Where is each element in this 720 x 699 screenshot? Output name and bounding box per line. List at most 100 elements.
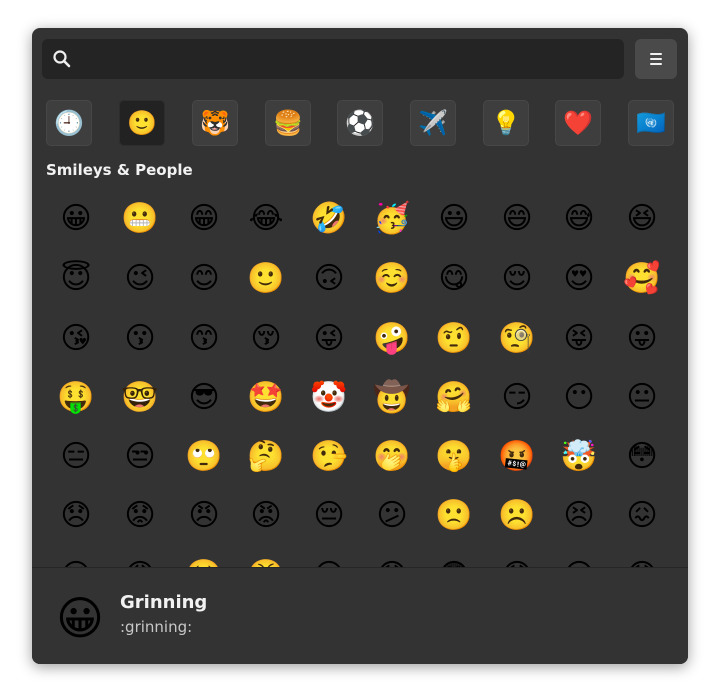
tab-symbols[interactable]: ❤️ (555, 100, 601, 146)
menu-button[interactable] (635, 39, 677, 79)
emoji-button[interactable]: 😰 (491, 550, 543, 568)
emoji-button[interactable]: 😨 (428, 550, 480, 568)
emoji-button[interactable]: 🙃 (303, 253, 355, 305)
emoji-button[interactable]: 🥳 (366, 193, 418, 245)
emoji-button[interactable]: 🤭 (366, 431, 418, 483)
emoji-button[interactable]: 😆 (616, 193, 668, 245)
emoji-button[interactable]: 😎 (178, 372, 230, 424)
preview-name: Grinning (120, 592, 208, 613)
emoji-button[interactable]: 😡 (240, 490, 292, 542)
food-drink-icon: 🍔 (273, 109, 303, 137)
symbols-icon: ❤️ (563, 109, 593, 137)
emoji-button[interactable]: 😕 (366, 490, 418, 542)
emoji-button[interactable]: 😃 (428, 193, 480, 245)
emoji-button[interactable]: 🙄 (178, 431, 230, 483)
emoji-button[interactable]: 😉 (114, 253, 166, 305)
activities-icon: ⚽ (345, 109, 375, 137)
emoji-button[interactable]: 😩 (114, 550, 166, 568)
emoji-button[interactable]: 😁 (178, 193, 230, 245)
emoji-button[interactable]: 🤪 (366, 313, 418, 365)
emoji-button[interactable]: 🤫 (428, 431, 480, 483)
recent-icon: 🕘 (54, 109, 84, 137)
emoji-button[interactable]: ☺️ (366, 253, 418, 305)
emoji-button[interactable]: 😗 (114, 313, 166, 365)
tab-flags[interactable]: 🇺🇳 (628, 100, 674, 146)
emoji-picker-window: 🕘 🙂 🐯 🍔 ⚽ ✈️ 💡 ❤️ 🇺🇳 Smileys & People 😀 😬 😁 😂 🤣 🥳 😃 😄 😅 😆… (32, 28, 688, 664)
emoji-button[interactable]: 🧐 (491, 313, 543, 365)
emoji-button[interactable]: 😞 (50, 490, 102, 542)
tab-food-drink[interactable]: 🍔 (265, 100, 311, 146)
tab-objects[interactable]: 💡 (483, 100, 529, 146)
emoji-button[interactable]: 🤯 (553, 431, 605, 483)
tab-activities[interactable]: ⚽ (337, 100, 383, 146)
objects-icon: 💡 (491, 109, 521, 137)
search-icon (53, 50, 71, 68)
emoji-button[interactable]: 😑 (50, 431, 102, 483)
emoji-button[interactable]: ☹️ (491, 490, 543, 542)
preview-emoji: 😀 (56, 591, 104, 645)
emoji-button[interactable]: 😮 (303, 550, 355, 568)
category-tabs: 🕘 🙂 🐯 🍔 ⚽ ✈️ 💡 ❤️ 🇺🇳 (32, 100, 688, 150)
travel-places-icon: ✈️ (418, 109, 448, 137)
emoji-button[interactable]: 😍 (553, 253, 605, 305)
emoji-button[interactable]: 😖 (616, 490, 668, 542)
emoji-button[interactable]: 😳 (616, 431, 668, 483)
emoji-button[interactable]: 😀 (50, 193, 102, 245)
emoji-button[interactable]: 😛 (616, 313, 668, 365)
emoji-button[interactable]: 🤔 (240, 431, 292, 483)
emoji-button[interactable]: 😠 (178, 490, 230, 542)
top-bar (32, 28, 688, 90)
smileys-people-icon: 🙂 (127, 109, 157, 137)
emoji-button[interactable]: 😒 (114, 431, 166, 483)
emoji-button[interactable]: 😄 (491, 193, 543, 245)
emoji-button[interactable]: 😣 (553, 490, 605, 542)
search-input[interactable] (84, 39, 618, 81)
emoji-button[interactable]: 🤓 (114, 372, 166, 424)
emoji-button[interactable]: 😥 (553, 550, 605, 568)
emoji-button[interactable]: 😶 (553, 372, 605, 424)
animals-nature-icon: 🐯 (200, 109, 230, 137)
emoji-button[interactable]: 😝 (553, 313, 605, 365)
emoji-button[interactable]: 😊 (178, 253, 230, 305)
tab-smileys-people[interactable]: 🙂 (119, 100, 165, 146)
emoji-button[interactable]: 😇 (50, 253, 102, 305)
emoji-button[interactable]: 🤠 (366, 372, 418, 424)
tab-animals-nature[interactable]: 🐯 (192, 100, 238, 146)
preview-footer: 😀 Grinning :grinning: (32, 567, 688, 664)
tab-recent[interactable]: 🕘 (46, 100, 92, 146)
emoji-button[interactable]: 🙂 (240, 253, 292, 305)
tab-travel-places[interactable]: ✈️ (410, 100, 456, 146)
emoji-button[interactable]: 😋 (428, 253, 480, 305)
emoji-button[interactable]: 🤬 (491, 431, 543, 483)
emoji-button[interactable]: 🙁 (428, 490, 480, 542)
emoji-button[interactable]: 😟 (114, 490, 166, 542)
emoji-button[interactable]: 🤑 (50, 372, 102, 424)
search-box[interactable] (42, 39, 624, 81)
emoji-button[interactable]: 😌 (491, 253, 543, 305)
emoji-button[interactable]: 😐 (616, 372, 668, 424)
emoji-button[interactable]: 😜 (303, 313, 355, 365)
emoji-button[interactable]: 🤩 (240, 372, 292, 424)
emoji-button[interactable]: 😤 (240, 550, 292, 568)
emoji-button[interactable]: 😘 (50, 313, 102, 365)
emoji-grid: 😀 😬 😁 😂 🤣 🥳 😃 😄 😅 😆 😇 😉 😊 🙂 🙃 ☺️ 😋 😌 😍 🥰 😘 😗 😙 😚 😜 🤪 🤨 🧐 😝 😛 🤑 🤓 😎 🤩 🤡 🤠 🤗 😏 😶… (32, 192, 688, 568)
emoji-button[interactable]: 🤨 (428, 313, 480, 365)
emoji-button[interactable]: 🤡 (303, 372, 355, 424)
emoji-button[interactable]: 🥰 (616, 253, 668, 305)
emoji-button[interactable]: 😚 (240, 313, 292, 365)
emoji-button[interactable]: 😏 (491, 372, 543, 424)
emoji-button[interactable]: 🤥 (303, 431, 355, 483)
emoji-button[interactable]: 😓 (616, 550, 668, 568)
emoji-button[interactable]: 🥺 (178, 550, 230, 568)
emoji-button[interactable]: 😅 (553, 193, 605, 245)
emoji-button[interactable]: 😱 (366, 550, 418, 568)
emoji-button[interactable]: 🤗 (428, 372, 480, 424)
emoji-button[interactable]: 😙 (178, 313, 230, 365)
emoji-button[interactable]: 😫 (50, 550, 102, 568)
emoji-button[interactable]: 😂 (240, 193, 292, 245)
section-title: Smileys & People (46, 161, 193, 179)
emoji-button[interactable]: 🤣 (303, 193, 355, 245)
emoji-button[interactable]: 😬 (114, 193, 166, 245)
flags-icon: 🇺🇳 (636, 109, 666, 137)
emoji-button[interactable]: 😔 (303, 490, 355, 542)
